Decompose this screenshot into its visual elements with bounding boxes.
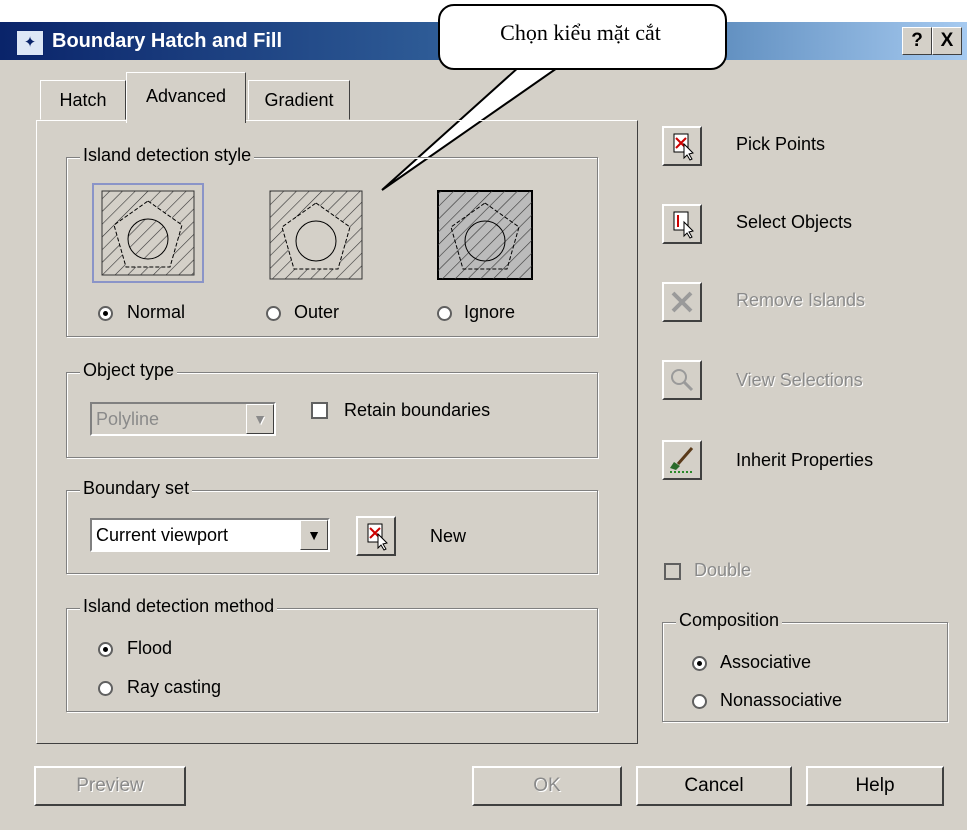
inherit-properties-button[interactable] <box>662 440 702 480</box>
pick-points-label: Pick Points <box>736 134 826 154</box>
chevron-down-icon[interactable]: ▼ <box>246 404 274 434</box>
island-method-label: Island detection method <box>80 596 278 617</box>
double-label: Double <box>694 560 752 580</box>
tab-gradient[interactable]: Gradient <box>248 80 350 120</box>
callout-text: Chọn kiểu mặt cắt <box>500 20 661 45</box>
ignore-label: Ignore <box>464 302 516 322</box>
associative-radio[interactable] <box>692 656 707 671</box>
select-objects-label: Select Objects <box>736 212 853 232</box>
preview-button[interactable]: Preview <box>34 766 186 806</box>
boundary-set-value: Current viewport <box>96 525 229 545</box>
retain-boundaries-label: Retain boundaries <box>344 400 491 420</box>
new-label: New <box>430 526 467 546</box>
inherit-properties-label: Inherit Properties <box>736 450 874 470</box>
ignore-radio[interactable] <box>437 306 452 321</box>
normal-style-preview[interactable] <box>92 183 204 283</box>
object-type-label: Object type <box>80 360 178 381</box>
tab-advanced[interactable]: Advanced <box>126 72 246 123</box>
nonassociative-label: Nonassociative <box>720 690 843 710</box>
associative-label: Associative <box>720 652 812 672</box>
brush-icon <box>670 447 694 473</box>
remove-islands-icon <box>671 291 693 313</box>
outer-radio[interactable] <box>266 306 281 321</box>
flood-label: Flood <box>127 638 173 658</box>
outer-label: Outer <box>294 302 340 322</box>
pick-points-icon <box>367 523 388 551</box>
new-boundary-set-button[interactable] <box>356 516 396 556</box>
magnifier-icon <box>671 369 694 392</box>
object-type-select[interactable]: Polyline ▼ <box>90 402 276 436</box>
pick-points-icon <box>673 133 694 161</box>
double-checkbox[interactable] <box>664 563 681 580</box>
chevron-down-icon[interactable]: ▼ <box>300 520 328 550</box>
island-style-label: Island detection style <box>80 145 255 166</box>
help-button[interactable]: Help <box>806 766 944 806</box>
view-selections-label: View Selections <box>736 370 863 390</box>
remove-islands-label: Remove Islands <box>736 290 866 310</box>
object-type-value: Polyline <box>96 409 160 429</box>
tab-hatch[interactable]: Hatch <box>40 80 126 120</box>
select-objects-icon <box>673 211 694 239</box>
view-selections-button[interactable] <box>662 360 702 400</box>
normal-radio[interactable] <box>98 306 113 321</box>
normal-label: Normal <box>127 302 186 322</box>
remove-islands-button[interactable] <box>662 282 702 322</box>
outer-style-preview[interactable] <box>262 187 374 287</box>
composition-label: Composition <box>676 610 783 631</box>
ok-button[interactable]: OK <box>472 766 622 806</box>
pick-points-button[interactable] <box>662 126 702 166</box>
boundary-set-label: Boundary set <box>80 478 193 499</box>
boundary-set-select[interactable]: Current viewport ▼ <box>90 518 330 552</box>
retain-boundaries-checkbox[interactable] <box>311 402 328 419</box>
nonassociative-radio[interactable] <box>692 694 707 709</box>
cancel-button[interactable]: Cancel <box>636 766 792 806</box>
select-objects-button[interactable] <box>662 204 702 244</box>
ray-casting-label: Ray casting <box>127 677 222 697</box>
flood-radio[interactable] <box>98 642 113 657</box>
ignore-style-preview[interactable] <box>432 187 544 287</box>
ray-casting-radio[interactable] <box>98 681 113 696</box>
